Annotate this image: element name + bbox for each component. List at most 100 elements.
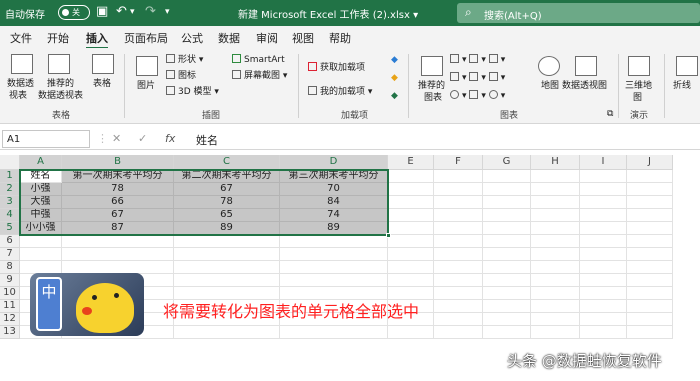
cell-j3[interactable]: [627, 196, 673, 209]
cell-h5[interactable]: [531, 222, 580, 235]
row-header-9[interactable]: 9: [0, 274, 20, 287]
row-header-6[interactable]: 6: [0, 235, 20, 248]
cell-d7[interactable]: [280, 248, 388, 261]
fill-handle[interactable]: [386, 233, 391, 238]
cell-f2[interactable]: [434, 183, 483, 196]
cell-h4[interactable]: [531, 209, 580, 222]
customize-toolbar-icon[interactable]: ▾: [165, 4, 170, 20]
cell-i1[interactable]: [580, 170, 627, 183]
more-options-icon[interactable]: ⋮: [97, 132, 108, 145]
row-header-2[interactable]: 2: [0, 183, 20, 196]
recommended-charts-label-2[interactable]: 图表: [424, 92, 442, 104]
cell-a6[interactable]: [20, 235, 62, 248]
tab-home[interactable]: 开始: [47, 30, 69, 46]
cell-j12[interactable]: [627, 313, 673, 326]
cell-h9[interactable]: [531, 274, 580, 287]
smartart-button[interactable]: SmartArt: [232, 54, 285, 66]
cell-g5[interactable]: [483, 222, 531, 235]
cell-i3[interactable]: [580, 196, 627, 209]
redo-icon[interactable]: ↷: [145, 4, 156, 20]
row-header-12[interactable]: 12: [0, 313, 20, 326]
autosave-toggle[interactable]: 关: [58, 5, 90, 20]
name-box[interactable]: A1: [2, 130, 90, 148]
sparkline-line-label[interactable]: 折线: [673, 80, 691, 92]
cell-i2[interactable]: [580, 183, 627, 196]
enter-icon[interactable]: ✓: [138, 132, 147, 145]
cell-i13[interactable]: [580, 326, 627, 339]
cell-f9[interactable]: [434, 274, 483, 287]
cell-g4[interactable]: [483, 209, 531, 222]
cell-f11[interactable]: [434, 300, 483, 313]
table-label[interactable]: 表格: [93, 78, 111, 90]
bing-maps-icon[interactable]: ◆: [391, 72, 398, 84]
cell-e3[interactable]: [388, 196, 434, 209]
cell-i5[interactable]: [580, 222, 627, 235]
cell-g11[interactable]: [483, 300, 531, 313]
cell-g7[interactable]: [483, 248, 531, 261]
tab-insert[interactable]: 插入: [86, 30, 108, 49]
undo-dropdown-icon[interactable]: ▾: [130, 4, 135, 20]
cell-j6[interactable]: [627, 235, 673, 248]
cell-i12[interactable]: [580, 313, 627, 326]
column-header-j[interactable]: J: [627, 155, 673, 170]
cell-f8[interactable]: [434, 261, 483, 274]
column-header-i[interactable]: I: [580, 155, 627, 170]
column-header-b[interactable]: B: [62, 155, 174, 170]
cell-i8[interactable]: [580, 261, 627, 274]
cell-j13[interactable]: [627, 326, 673, 339]
select-all-corner[interactable]: [0, 155, 20, 170]
cell-h6[interactable]: [531, 235, 580, 248]
people-graph-icon[interactable]: ◆: [391, 90, 398, 102]
my-addins-button[interactable]: 我的加载项 ▾: [308, 86, 372, 98]
cell-g9[interactable]: [483, 274, 531, 287]
tab-formulas[interactable]: 公式: [181, 30, 203, 46]
tab-review[interactable]: 审阅: [256, 30, 278, 46]
get-addins-button[interactable]: 获取加载项: [308, 62, 365, 74]
cell-g6[interactable]: [483, 235, 531, 248]
cell-h2[interactable]: [531, 183, 580, 196]
table-icon[interactable]: [92, 54, 114, 74]
column-header-g[interactable]: G: [483, 155, 531, 170]
save-icon[interactable]: ▣: [96, 4, 108, 20]
cell-i11[interactable]: [580, 300, 627, 313]
cell-f1[interactable]: [434, 170, 483, 183]
cell-e6[interactable]: [388, 235, 434, 248]
row-header-13[interactable]: 13: [0, 326, 20, 339]
column-header-e[interactable]: E: [388, 155, 434, 170]
row-header-7[interactable]: 7: [0, 248, 20, 261]
pie-chart-button[interactable]: ▾ ▾ ▾: [450, 90, 505, 102]
cell-f5[interactable]: [434, 222, 483, 235]
row-header-4[interactable]: 4: [0, 209, 20, 222]
cell-h8[interactable]: [531, 261, 580, 274]
cell-g3[interactable]: [483, 196, 531, 209]
undo-icon[interactable]: ↶: [116, 4, 127, 20]
3d-map-icon[interactable]: [628, 56, 650, 76]
cell-h12[interactable]: [531, 313, 580, 326]
cell-g13[interactable]: [483, 326, 531, 339]
cell-e8[interactable]: [388, 261, 434, 274]
column-header-c[interactable]: C: [174, 155, 280, 170]
cell-i9[interactable]: [580, 274, 627, 287]
cell-g8[interactable]: [483, 261, 531, 274]
cell-e2[interactable]: [388, 183, 434, 196]
cell-c9[interactable]: [174, 274, 280, 287]
cell-f3[interactable]: [434, 196, 483, 209]
pivot-table-label-2[interactable]: 视表: [9, 90, 27, 102]
cell-j5[interactable]: [627, 222, 673, 235]
recommended-charts-label-1[interactable]: 推荐的: [418, 80, 445, 92]
pivotchart-icon[interactable]: [575, 56, 597, 76]
cell-g2[interactable]: [483, 183, 531, 196]
recommended-pivot-label-2[interactable]: 数据透视表: [38, 90, 83, 102]
tab-data[interactable]: 数据: [218, 30, 240, 46]
maps-icon[interactable]: [538, 56, 560, 76]
cell-f6[interactable]: [434, 235, 483, 248]
maps-label[interactable]: 地图: [541, 80, 559, 92]
cell-h13[interactable]: [531, 326, 580, 339]
cell-e5[interactable]: [388, 222, 434, 235]
insert-function-icon[interactable]: fx: [165, 132, 175, 145]
pictures-label[interactable]: 图片: [137, 80, 155, 92]
row-header-8[interactable]: 8: [0, 261, 20, 274]
cell-e7[interactable]: [388, 248, 434, 261]
pictures-icon[interactable]: [136, 56, 158, 76]
cell-j8[interactable]: [627, 261, 673, 274]
